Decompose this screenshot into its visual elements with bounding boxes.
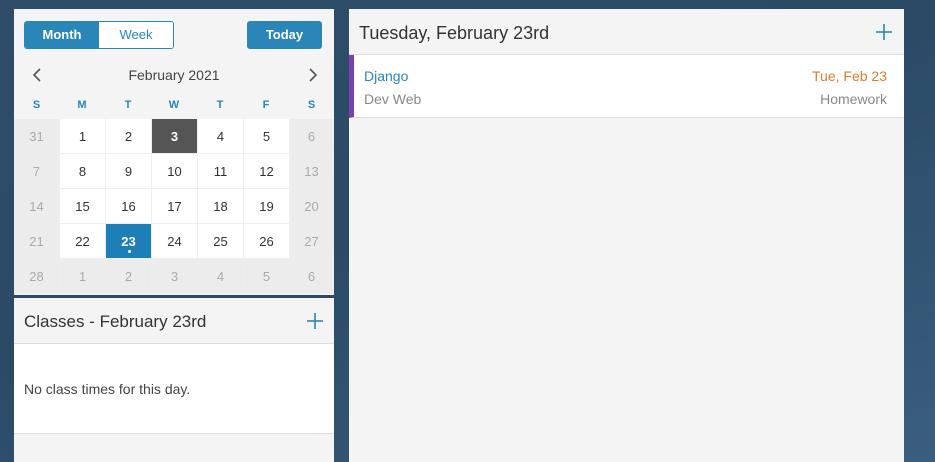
view-toggle: Month Week — [24, 21, 174, 49]
calendar-day[interactable]: 28 — [14, 259, 60, 294]
calendar-day[interactable]: 17 — [152, 189, 198, 224]
no-classes-message: No class times for this day. — [24, 381, 191, 397]
calendar-day[interactable]: 16 — [106, 189, 152, 224]
day-panel-header: Tuesday, February 23rd — [349, 9, 904, 55]
calendar-day[interactable]: 3 — [152, 259, 198, 294]
calendar-day[interactable]: 6 — [290, 119, 334, 154]
today-button[interactable]: Today — [247, 21, 322, 49]
calendar-day[interactable]: 2 — [106, 259, 152, 294]
calendar-day[interactable]: 18 — [198, 189, 244, 224]
task-due-date: Tue, Feb 23 — [812, 68, 887, 84]
calendar-day[interactable]: 5 — [244, 259, 290, 294]
task-name: Django — [364, 68, 409, 84]
calendar-day[interactable]: 11 — [198, 154, 244, 189]
calendar-day[interactable]: 14 — [14, 189, 60, 224]
classes-header: Classes - February 23rd — [14, 298, 334, 344]
day-panel-title: Tuesday, February 23rd — [359, 23, 550, 43]
calendar-day[interactable]: 12 — [244, 154, 290, 189]
calendar-day[interactable]: 19 — [244, 189, 290, 224]
classes-body: No class times for this day. — [14, 344, 334, 434]
month-navigation: February 2021 — [14, 63, 334, 87]
task-type: Homework — [820, 91, 887, 107]
calendar-day[interactable]: 13 — [290, 154, 334, 189]
day-panel: Tuesday, February 23rd Django Tue, Feb 2… — [349, 9, 904, 462]
task-item[interactable]: Django Tue, Feb 23 Dev Web Homework — [349, 55, 904, 118]
add-class-plus-icon[interactable] — [306, 312, 324, 330]
calendar-day[interactable]: 20 — [290, 189, 334, 224]
calendar-grid: 31 1 2 3 4 5 6 7 8 9 10 11 12 13 14 15 1… — [14, 119, 334, 294]
month-view-button[interactable]: Month — [25, 22, 99, 48]
weekday-label: M — [77, 99, 87, 111]
weekday-label: F — [262, 99, 270, 111]
month-title: February 2021 — [128, 67, 220, 83]
weekday-label: S — [307, 99, 316, 111]
weekday-label: W — [168, 99, 180, 111]
weekday-label: T — [216, 99, 224, 111]
chevron-right-icon[interactable] — [302, 65, 322, 85]
calendar-day[interactable]: 4 — [198, 259, 244, 294]
weekday-label: T — [124, 99, 132, 111]
weekday-header: S M T W T F S — [14, 99, 334, 111]
calendar-day[interactable]: 1 — [60, 259, 106, 294]
weekday-label: S — [32, 99, 41, 111]
calendar-day[interactable]: 31 — [14, 119, 60, 154]
calendar-day[interactable]: 8 — [60, 154, 106, 189]
calendar-panel: Month Week Today February 2021 S M T W T… — [14, 9, 334, 295]
calendar-day[interactable]: 4 — [198, 119, 244, 154]
classes-panel: Classes - February 23rd No class times f… — [14, 298, 334, 462]
calendar-day[interactable]: 2 — [106, 119, 152, 154]
calendar-day[interactable]: 24 — [152, 224, 198, 259]
calendar-day[interactable]: 22 — [60, 224, 106, 259]
calendar-day[interactable]: 10 — [152, 154, 198, 189]
calendar-day[interactable]: 21 — [14, 224, 60, 259]
calendar-day-today[interactable]: 3 — [152, 119, 198, 154]
classes-title: Classes - February 23rd — [24, 312, 207, 331]
calendar-day[interactable]: 7 — [14, 154, 60, 189]
calendar-day-selected[interactable]: 23 — [106, 224, 152, 259]
calendar-day[interactable]: 1 — [60, 119, 106, 154]
calendar-day[interactable]: 9 — [106, 154, 152, 189]
week-view-button[interactable]: Week — [99, 22, 173, 48]
calendar-day[interactable]: 25 — [198, 224, 244, 259]
calendar-day[interactable]: 26 — [244, 224, 290, 259]
add-task-plus-icon[interactable] — [875, 23, 893, 41]
calendar-day[interactable]: 15 — [60, 189, 106, 224]
calendar-day[interactable]: 5 — [244, 119, 290, 154]
task-course: Dev Web — [364, 91, 422, 107]
calendar-day[interactable]: 27 — [290, 224, 334, 259]
calendar-day[interactable]: 6 — [290, 259, 334, 294]
